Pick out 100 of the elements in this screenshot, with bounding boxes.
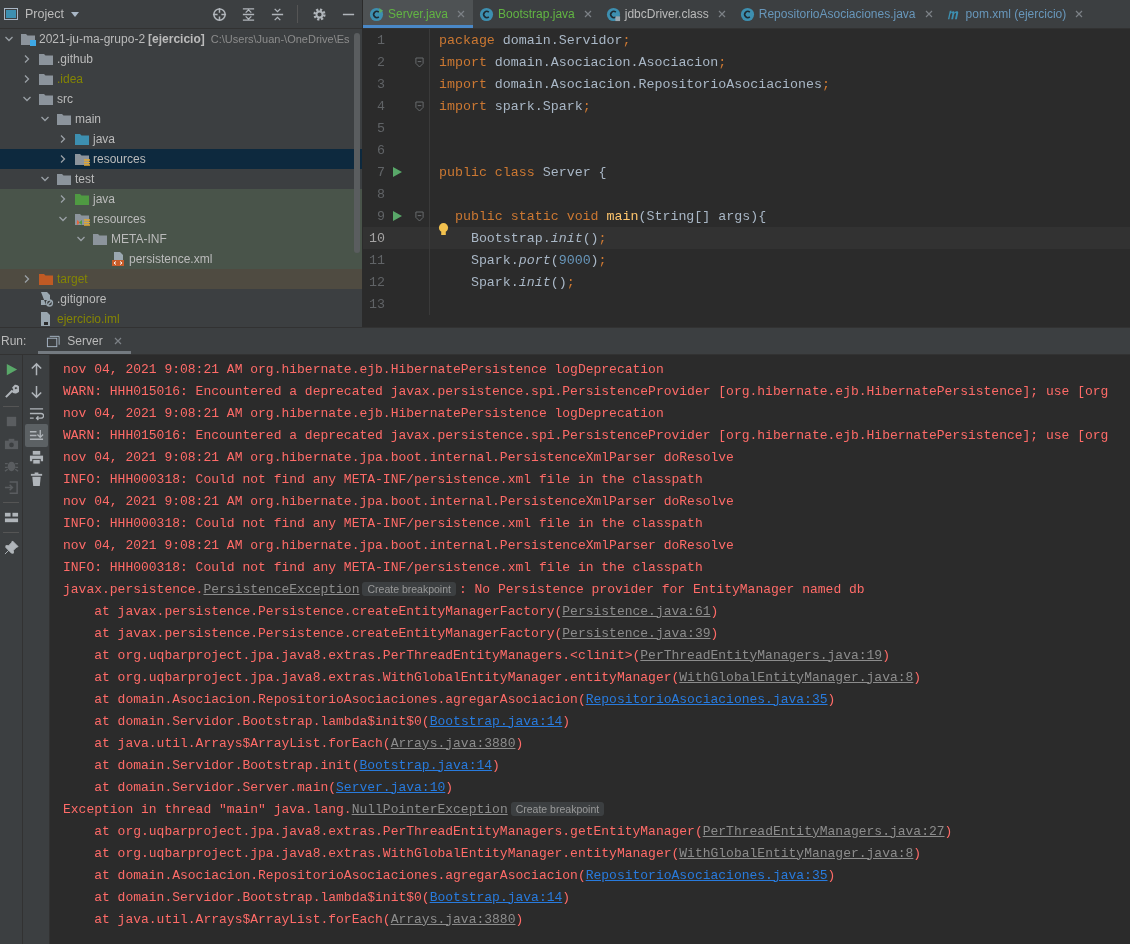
fold-icon[interactable] — [414, 100, 424, 112]
tree-item-label: java — [93, 192, 115, 206]
tree-item[interactable]: java — [0, 189, 362, 209]
folder-icon — [56, 171, 72, 187]
editor-tab[interactable]: Server.java — [363, 0, 474, 28]
chevron-right-icon[interactable] — [58, 134, 68, 144]
chevron-down-icon[interactable] — [76, 234, 86, 244]
create-breakpoint-button[interactable]: Create breakpoint — [510, 802, 605, 816]
console-text: INFO: HHH000318: Could not find any META-INF/persistence.xml file in the classpath — [63, 471, 703, 487]
source-link[interactable]: Bootstrap.java:14 — [429, 889, 563, 905]
editor-tab[interactable]: pom.xml (ejercicio) — [940, 0, 1092, 28]
code-line: Spark.init(); — [469, 274, 575, 290]
run-icon[interactable] — [391, 166, 403, 178]
editor-tab[interactable]: Bootstrap.java — [473, 0, 600, 28]
source-link[interactable]: Server.java:10 — [336, 779, 446, 795]
library-link[interactable]: Persistence.java:61 — [562, 603, 711, 619]
fold-icon[interactable] — [414, 210, 424, 222]
wrench-icon[interactable] — [3, 384, 19, 399]
collapse-all-icon[interactable] — [270, 6, 285, 22]
run-label: Run: — [0, 334, 28, 348]
tree-item[interactable]: .idea — [0, 69, 362, 89]
source-link[interactable]: RepositorioAsociaciones.java:35 — [585, 691, 828, 707]
tree-item[interactable]: target — [0, 269, 362, 289]
code-line: public class Server { — [439, 164, 607, 180]
tree-item[interactable]: META-INF — [0, 229, 362, 249]
line-number: 2 — [376, 54, 385, 70]
tab-label: pom.xml (ejercicio) — [965, 7, 1067, 21]
tree-item[interactable]: resources — [0, 149, 362, 169]
tree-item[interactable]: main — [0, 109, 362, 129]
console-text: : No Persistence provider for EntityManager named db — [458, 581, 865, 597]
tree-item[interactable]: resources — [0, 209, 362, 229]
chevron-right-icon[interactable] — [22, 54, 32, 64]
scrollbar[interactable] — [354, 33, 360, 253]
source-link[interactable]: Bootstrap.java:14 — [429, 713, 563, 729]
scroll-to-end-icon[interactable] — [24, 424, 48, 447]
line-number: 5 — [376, 120, 385, 136]
soft-wrap-icon[interactable] — [28, 406, 44, 421]
library-link[interactable]: NullPointerException — [351, 801, 508, 817]
chevron-right-icon[interactable] — [22, 274, 32, 284]
pin-icon[interactable] — [3, 540, 19, 555]
folder-icon — [38, 91, 54, 107]
close-icon[interactable] — [582, 9, 593, 19]
trash-icon[interactable] — [28, 472, 44, 487]
layout-icon[interactable] — [3, 510, 19, 525]
console-text: ) — [944, 823, 953, 839]
tree-item[interactable]: 2021-ju-ma-grupo-2 [ejercicio] C:\Users\Juan-\OneDrive\Es — [0, 29, 362, 49]
close-icon[interactable] — [112, 336, 123, 346]
tree-item[interactable]: persistence.xml — [0, 249, 362, 269]
folder-icon — [74, 211, 90, 227]
close-icon[interactable] — [923, 9, 934, 19]
chevron-down-icon[interactable] — [40, 114, 50, 124]
tree-item-label: 2021-ju-ma-grupo-2 — [39, 32, 146, 46]
print-icon[interactable] — [28, 450, 44, 465]
console-text: INFO: HHH000318: Could not find any META-INF/persistence.xml file in the classpath — [63, 515, 703, 531]
tree-item[interactable]: test — [0, 169, 362, 189]
editor-tab[interactable]: jdbcDriver.class — [599, 0, 734, 28]
editor-tab[interactable]: RepositorioAsociaciones.java — [733, 0, 941, 28]
library-link[interactable]: PerThreadEntityManagers.java:19 — [640, 647, 883, 663]
chevron-right-icon[interactable] — [58, 194, 68, 204]
run-tab[interactable]: Server — [38, 328, 131, 354]
tree-item[interactable]: src — [0, 89, 362, 109]
library-link[interactable]: Arrays.java:3880 — [390, 735, 516, 751]
run-icon[interactable] — [391, 210, 403, 222]
source-link[interactable]: RepositorioAsociaciones.java:35 — [585, 867, 828, 883]
tree-item[interactable]: .github — [0, 49, 362, 69]
fold-icon[interactable] — [414, 56, 424, 68]
line-number: 11 — [368, 252, 385, 268]
console-text: javax.persistence. — [63, 581, 204, 597]
locate-icon[interactable] — [212, 6, 227, 22]
console-text: at domain.Asociacion.RepositorioAsociaciones.agregarAsociacion( — [93, 867, 586, 883]
library-link[interactable]: WithGlobalEntityManager.java:8 — [679, 845, 914, 861]
chevron-down-icon[interactable] — [58, 214, 68, 224]
project-view-dropdown[interactable]: Project — [25, 7, 64, 21]
chevron-down-icon[interactable] — [40, 174, 50, 184]
close-icon[interactable] — [716, 9, 727, 19]
library-link[interactable]: Arrays.java:3880 — [390, 911, 516, 927]
tree-item[interactable]: .gitignore — [0, 289, 362, 309]
library-link[interactable]: PersistenceException — [203, 581, 360, 597]
close-icon[interactable] — [1074, 9, 1085, 19]
line-number: 9 — [376, 208, 385, 224]
chevron-down-icon[interactable] — [4, 34, 14, 44]
source-link[interactable]: Bootstrap.java:14 — [359, 757, 493, 773]
console-icon — [46, 333, 62, 349]
library-link[interactable]: Persistence.java:39 — [562, 625, 711, 641]
code-line: import domain.Asociacion.RepositorioAsociaciones; — [439, 76, 830, 92]
close-icon[interactable] — [456, 9, 467, 19]
settings-icon[interactable] — [312, 6, 327, 22]
lightbulb-icon[interactable] — [438, 221, 449, 237]
chevron-right-icon[interactable] — [22, 74, 32, 84]
tree-item[interactable]: ejercicio.iml — [0, 309, 362, 327]
console-text: at javax.persistence.Persistence.createEntityManagerFactory( — [93, 625, 563, 641]
create-breakpoint-button[interactable]: Create breakpoint — [362, 582, 456, 596]
expand-all-icon[interactable] — [241, 6, 256, 22]
library-link[interactable]: WithGlobalEntityManager.java:8 — [679, 669, 914, 685]
tree-item[interactable]: java — [0, 129, 362, 149]
class-icon — [739, 6, 755, 22]
library-link[interactable]: PerThreadEntityManagers.java:27 — [702, 823, 945, 839]
folder-icon — [38, 271, 54, 287]
chevron-right-icon[interactable] — [58, 154, 68, 164]
chevron-down-icon[interactable] — [22, 94, 32, 104]
